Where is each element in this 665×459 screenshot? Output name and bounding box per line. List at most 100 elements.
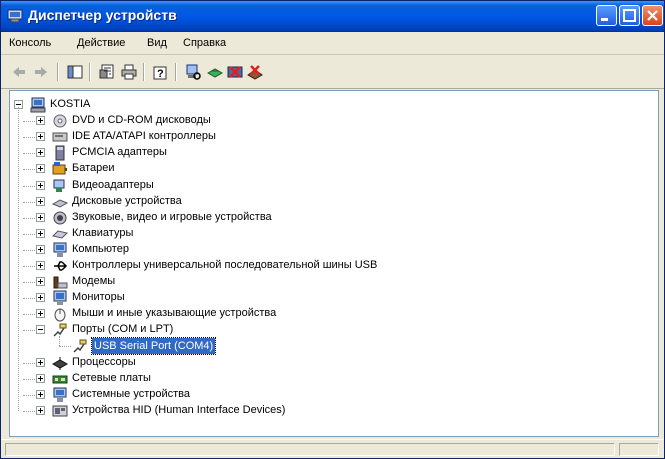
- tree-connector: [23, 282, 35, 283]
- tree-connector: [59, 336, 60, 346]
- minimize-button[interactable]: [596, 5, 617, 26]
- title-bar[interactable]: Диспетчер устройств: [1, 1, 664, 32]
- tree-item-label: Клавиатуры: [72, 227, 134, 239]
- expand-toggle[interactable]: [36, 261, 45, 270]
- hid-icon: [52, 405, 68, 417]
- tree-item-label: Компьютер: [72, 243, 129, 255]
- tree-connector: [23, 218, 35, 219]
- status-panel: [5, 443, 615, 456]
- console-tree-icon[interactable]: [67, 64, 83, 80]
- expand-toggle[interactable]: [36, 358, 45, 367]
- device-manager-window: Диспетчер устройств Консоль Действие Вид…: [0, 0, 665, 459]
- expand-toggle[interactable]: [36, 132, 45, 141]
- tree-connector: [18, 107, 19, 411]
- expand-toggle[interactable]: [36, 197, 45, 206]
- tree-item-label: Мониторы: [72, 291, 125, 303]
- mouse-icon: [54, 308, 66, 322]
- processor-icon: [52, 357, 68, 370]
- tree-connector: [23, 186, 35, 187]
- tree-connector: [23, 363, 35, 364]
- maximize-button[interactable]: [619, 5, 640, 26]
- disk-drive-icon: [52, 199, 68, 208]
- monitor-icon: [53, 290, 67, 305]
- tree-item-label: IDE ATA/ATAPI контроллеры: [72, 130, 216, 142]
- tree-connector: [23, 137, 35, 138]
- expand-toggle[interactable]: [36, 181, 45, 190]
- tree-connector: [23, 314, 35, 315]
- status-panel: [619, 443, 659, 456]
- display-adapter-icon: [53, 179, 65, 192]
- toolbar-separator: [175, 63, 177, 81]
- scan-hardware-icon[interactable]: [185, 64, 201, 80]
- tree-connector: [23, 266, 35, 267]
- window-title: Диспетчер устройств: [28, 7, 177, 23]
- port-icon: [73, 339, 87, 353]
- tree-item-label: Контроллеры универсальной последовательн…: [72, 259, 378, 271]
- device-tree[interactable]: KOSTIA DVD и CD-ROM дисководы IDE ATA/AT…: [9, 90, 659, 437]
- tree-item-label: Сетевые платы: [72, 372, 151, 384]
- modem-icon: [53, 276, 68, 289]
- expand-toggle[interactable]: [36, 293, 45, 302]
- disable-device-icon[interactable]: [227, 64, 243, 80]
- collapse-toggle[interactable]: [36, 325, 45, 334]
- expand-toggle[interactable]: [36, 245, 45, 254]
- tree-item-label: Модемы: [72, 275, 116, 287]
- tree-connector: [59, 346, 71, 347]
- menu-help[interactable]: Справка: [183, 37, 226, 49]
- expand-toggle[interactable]: [36, 116, 45, 125]
- close-button[interactable]: [642, 5, 663, 26]
- tree-child-label: USB Serial Port (COM4): [90, 337, 217, 355]
- expand-toggle[interactable]: [36, 277, 45, 286]
- tree-item-label: Порты (COM и LPT): [72, 323, 174, 335]
- expand-toggle[interactable]: [36, 406, 45, 415]
- computer-icon: [30, 97, 46, 113]
- status-bar: [1, 439, 664, 458]
- tree-item-label: Звуковые, видео и игровые устройства: [72, 211, 272, 223]
- tree-item-label: Видеоадаптеры: [72, 179, 154, 191]
- expand-toggle[interactable]: [36, 374, 45, 383]
- tree-connector: [23, 250, 35, 251]
- menu-action[interactable]: Действие: [77, 37, 125, 49]
- tree-item-label: Мыши и иные указывающие устройства: [72, 307, 277, 319]
- uninstall-device-icon[interactable]: [247, 64, 263, 80]
- tree-connector: [23, 411, 35, 412]
- expand-toggle[interactable]: [36, 164, 45, 173]
- ide-controller-icon: [52, 132, 68, 142]
- tree-item-label: PCMCIA адаптеры: [72, 146, 167, 158]
- maximize-icon: [623, 9, 636, 22]
- menu-console[interactable]: Консоль: [9, 37, 51, 49]
- port-icon: [53, 323, 67, 337]
- tree-connector: [23, 330, 35, 331]
- expand-toggle[interactable]: [36, 309, 45, 318]
- computer-icon: [53, 242, 67, 257]
- tree-root-label: KOSTIA: [50, 98, 91, 110]
- tree-connector: [23, 121, 35, 122]
- usb-icon: [54, 261, 68, 271]
- expand-toggle[interactable]: [36, 148, 45, 157]
- menu-bar: Консоль Действие Вид Справка: [1, 32, 664, 55]
- battery-icon: [52, 162, 67, 175]
- tree-connector: [23, 395, 35, 396]
- print-icon[interactable]: [121, 64, 137, 80]
- tree-item-label: Батареи: [72, 162, 115, 174]
- expand-toggle[interactable]: [36, 229, 45, 238]
- expand-toggle[interactable]: [36, 390, 45, 399]
- tree-connector: [23, 234, 35, 235]
- tree-connector: [23, 153, 35, 154]
- device-manager-icon: [7, 9, 23, 23]
- minimize-icon: [601, 18, 608, 21]
- help-icon[interactable]: ?: [153, 64, 169, 80]
- menu-view[interactable]: Вид: [147, 37, 167, 49]
- tree-connector: [23, 169, 35, 170]
- properties-icon[interactable]: [99, 64, 115, 80]
- tree-item-label: Устройства HID (Human Interface Devices): [72, 404, 286, 416]
- tree-item-label: DVD и CD-ROM дисководы: [72, 114, 211, 126]
- toolbar: ?: [1, 55, 664, 89]
- sound-device-icon: [53, 211, 67, 225]
- back-arrow-icon[interactable]: [11, 64, 27, 80]
- close-icon: [647, 10, 658, 21]
- toolbar-separator: [89, 63, 91, 81]
- forward-arrow-icon[interactable]: [33, 64, 49, 80]
- expand-toggle[interactable]: [36, 213, 45, 222]
- update-driver-icon[interactable]: [207, 64, 223, 80]
